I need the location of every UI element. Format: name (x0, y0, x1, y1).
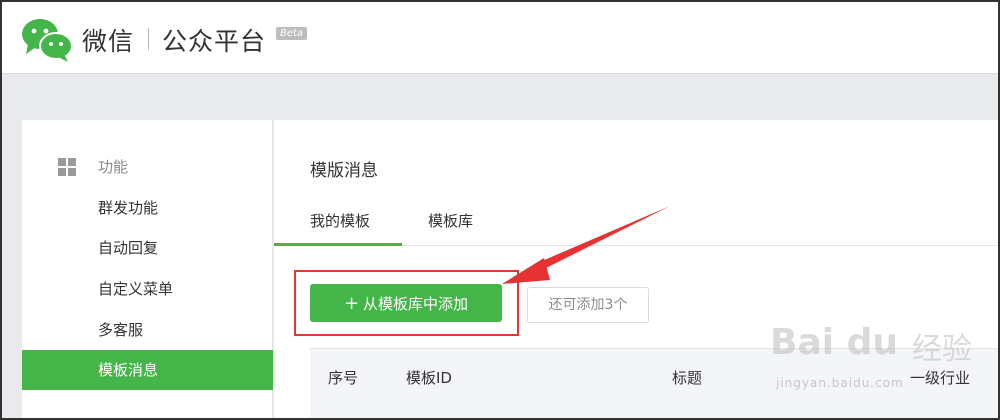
sidebar-item-template-message[interactable]: 模板消息 (22, 350, 273, 390)
sidebar: 功能 群发功能 自动回复 自定义菜单 多客服 模板消息 (22, 120, 273, 418)
tab-bar: 我的模板 模板库 (274, 200, 998, 246)
column-header-template-id: 模板ID (406, 369, 452, 387)
baidu-watermark: Bai du 经验 jingyan.baidu.com (770, 310, 996, 402)
watermark-jingyan: 经验 (912, 332, 972, 367)
column-header-title: 标题 (672, 369, 703, 387)
tab-template-library[interactable]: 模板库 (428, 210, 473, 246)
beta-badge: Beta (276, 27, 308, 40)
screenshot-frame: 微信 公众平台 Beta 功能 群发功能 自动回复 自定义菜单 多客服 模板消息… (0, 0, 1000, 420)
brand-name: 微信 (82, 27, 135, 56)
tab-my-templates[interactable]: 我的模板 (274, 210, 402, 246)
top-header: 微信 公众平台 Beta (2, 2, 998, 74)
plus-icon: + (343, 292, 360, 314)
add-from-library-button[interactable]: + 从模板库中添加 (310, 284, 502, 322)
sidebar-item-mass-send[interactable]: 群发功能 (22, 188, 273, 228)
sidebar-item-customer-service[interactable]: 多客服 (22, 310, 273, 350)
column-header-index: 序号 (328, 369, 359, 387)
remaining-count-badge: 还可添加3个 (527, 287, 649, 323)
add-button-label: 从模板库中添加 (363, 294, 469, 313)
watermark-baidu: Bai du (770, 322, 899, 363)
watermark-url: jingyan.baidu.com (776, 376, 904, 390)
wechat-logo-icon (22, 19, 73, 62)
sidebar-section-label: 功能 (98, 158, 129, 176)
page-title: 模版消息 (310, 161, 378, 181)
grid-icon (58, 158, 76, 176)
sidebar-item-custom-menu[interactable]: 自定义菜单 (22, 269, 273, 309)
brand-divider (148, 28, 149, 50)
platform-name: 公众平台 (162, 27, 267, 56)
sidebar-item-auto-reply[interactable]: 自动回复 (22, 228, 273, 268)
